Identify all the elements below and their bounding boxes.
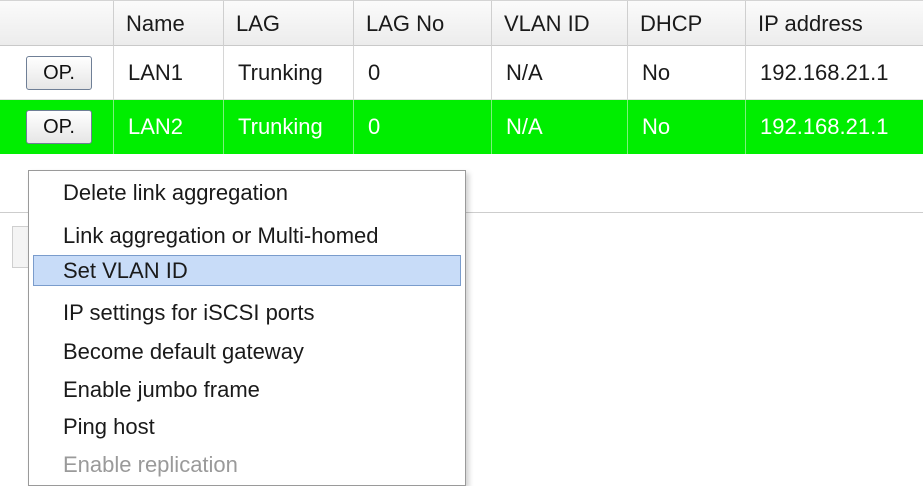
lag-no-cell: 0 — [354, 46, 492, 100]
ip-address-cell: 192.168.21.1 — [760, 114, 889, 139]
lag-cell: Trunking — [224, 100, 354, 154]
column-header-lag[interactable]: LAG — [224, 1, 354, 47]
ports-table: Name LAG LAG No VLAN ID DHCP IP address … — [0, 0, 923, 154]
column-header-vlan-id[interactable]: VLAN ID — [492, 1, 628, 47]
menu-item-set-vlan-id[interactable]: Set VLAN ID — [33, 255, 461, 286]
op-cell: OP. — [0, 46, 114, 100]
table-header: Name LAG LAG No VLAN ID DHCP IP address — [0, 0, 923, 47]
op-button[interactable]: OP. — [26, 56, 92, 90]
column-header-name[interactable]: Name — [114, 1, 224, 47]
table-row[interactable]: OP. LAN1 Trunking 0 N/A No 192.168.21.1 — [0, 46, 923, 100]
name-cell: LAN2 — [114, 100, 224, 154]
menu-item-ping-host[interactable]: Ping host — [33, 411, 461, 442]
lag-cell: Trunking — [224, 46, 354, 100]
vlan-id-cell: N/A — [492, 46, 628, 100]
menu-item-enable-jumbo-frame[interactable]: Enable jumbo frame — [33, 374, 461, 405]
column-header-ip-address[interactable]: IP address — [746, 1, 923, 47]
ip-address-cell: 192.168.21.1 — [760, 60, 889, 85]
op-context-menu: Delete link aggregation Link aggregation… — [28, 170, 466, 486]
menu-item-enable-replication: Enable replication — [63, 452, 238, 477]
lag-no-cell: 0 — [354, 100, 492, 154]
name-cell: LAN1 — [114, 46, 224, 100]
table-row-selected[interactable]: OP. LAN2 Trunking 0 N/A No 192.168.21.1 — [0, 100, 923, 154]
op-cell: OP. — [0, 100, 114, 154]
column-header-op — [0, 1, 114, 47]
dhcp-cell: No — [628, 46, 746, 100]
column-header-lag-no[interactable]: LAG No — [354, 1, 492, 47]
menu-item-link-aggregation-or-multi-homed[interactable]: Link aggregation or Multi-homed — [33, 220, 461, 251]
menu-item-become-default-gateway[interactable]: Become default gateway — [33, 336, 461, 367]
menu-item-ip-settings-iscsi[interactable]: IP settings for iSCSI ports — [33, 297, 461, 328]
column-header-dhcp[interactable]: DHCP — [628, 1, 746, 47]
dhcp-cell: No — [628, 100, 746, 154]
op-button[interactable]: OP. — [26, 110, 92, 144]
menu-item-delete-link-aggregation[interactable]: Delete link aggregation — [33, 177, 461, 208]
vlan-id-cell: N/A — [492, 100, 628, 154]
